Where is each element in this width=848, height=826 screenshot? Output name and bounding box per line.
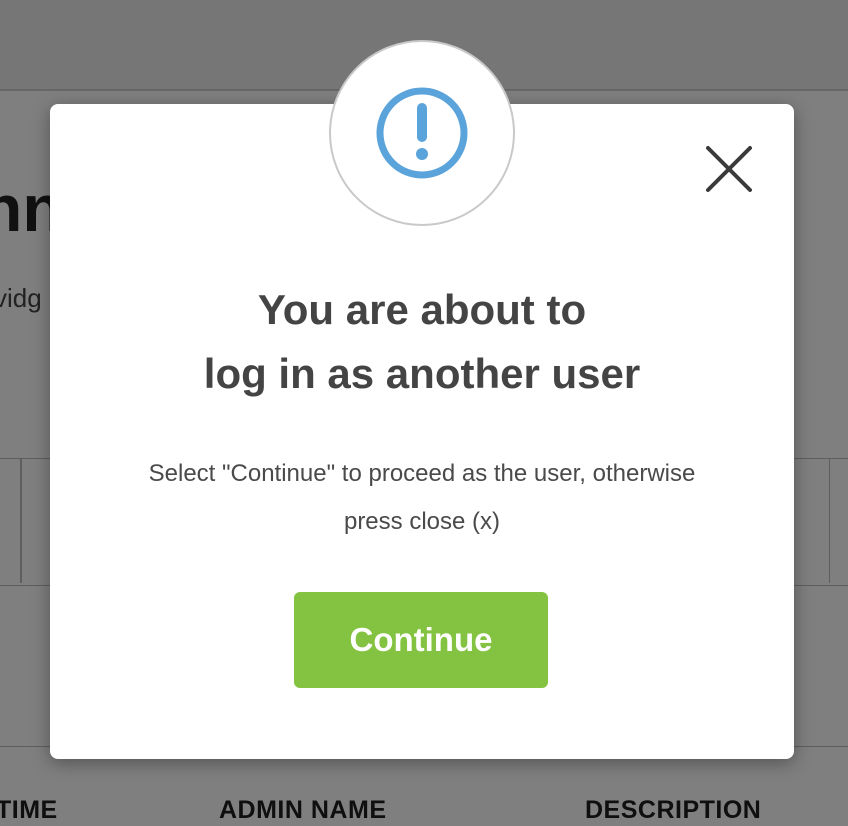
exclamation-circle-icon <box>376 87 468 179</box>
close-button[interactable] <box>704 144 754 194</box>
dialog-title: You are about to log in as another user <box>50 278 794 406</box>
dialog-message-line-1: Select "Continue" to proceed as the user… <box>148 460 696 487</box>
dialog-message-line-2: press close (x) <box>343 508 501 535</box>
alert-badge <box>329 40 515 226</box>
dialog-title-line-2: log in as another user <box>203 350 641 397</box>
dialog-message: Select "Continue" to proceed as the user… <box>98 450 746 546</box>
continue-button[interactable]: Continue <box>294 592 548 688</box>
dialog-title-line-1: You are about to <box>257 286 587 333</box>
close-icon <box>706 146 752 192</box>
